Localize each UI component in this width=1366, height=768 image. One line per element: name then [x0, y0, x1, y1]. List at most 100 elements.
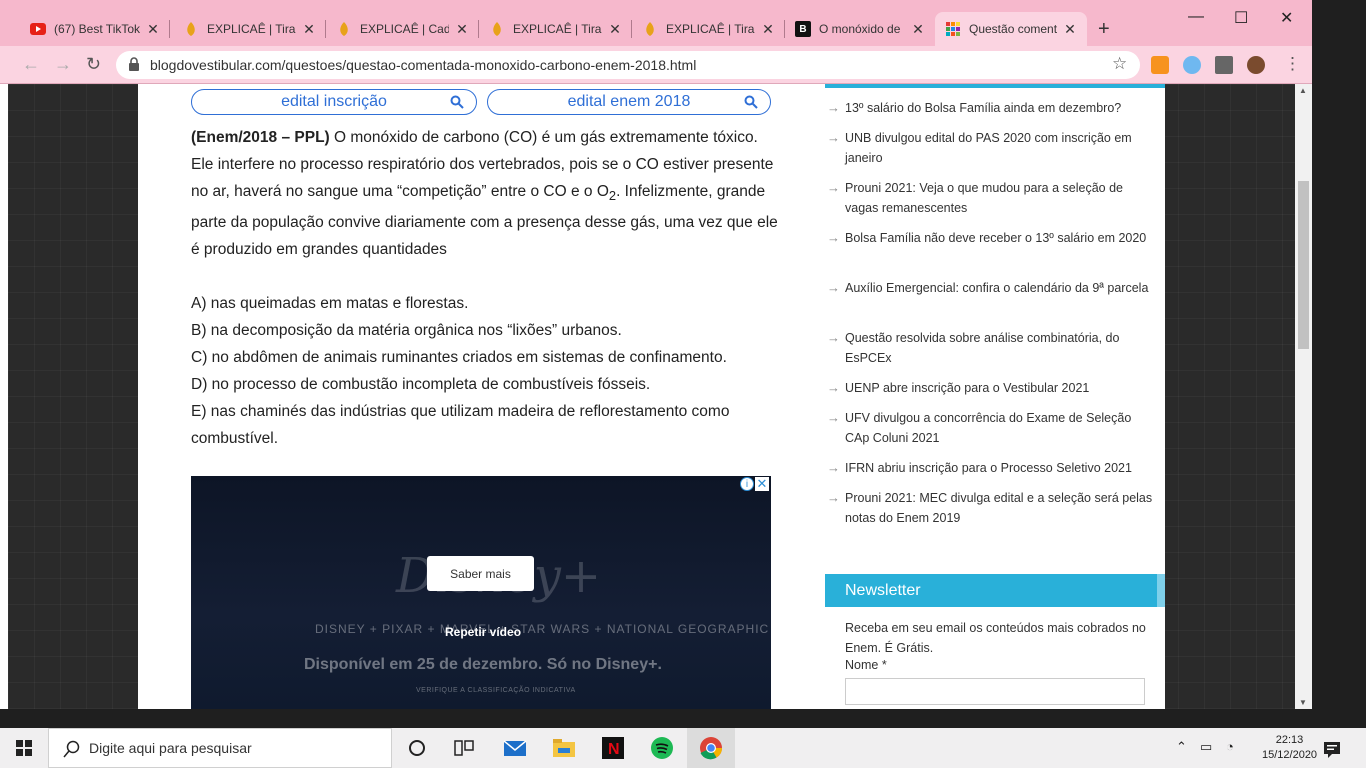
taskbar-search-input[interactable]: Digite aqui para pesquisar — [48, 728, 392, 768]
name-field-label: Nome * — [845, 658, 887, 672]
news-item[interactable]: → UENP abre inscrição para o Vestibular 2… — [825, 378, 1155, 398]
arrow-right-icon: → — [827, 280, 840, 295]
tab-explicae-4[interactable]: EXPLICAÊ | Tira-D ✕ — [632, 12, 785, 46]
ad-info-icon[interactable]: i — [740, 477, 754, 491]
tab-explicae-2[interactable]: EXPLICAÊ | Cade ✕ — [326, 12, 479, 46]
saber-mais-button[interactable]: Saber mais — [427, 556, 534, 591]
news-item[interactable]: → Questão resolvida sobre análise combina… — [825, 328, 1155, 368]
explicae-icon — [183, 21, 199, 37]
news-link[interactable]: Questão resolvida sobre análise combinat… — [845, 331, 1119, 365]
tab-questao-comentada[interactable]: Questão coment ✕ — [935, 12, 1087, 46]
file-explorer-icon[interactable] — [552, 736, 576, 760]
search-icon — [450, 95, 464, 109]
clock-time: 22:13 — [1275, 734, 1304, 746]
news-link[interactable]: UNB divulgou edital do PAS 2020 com insc… — [845, 131, 1132, 165]
news-item[interactable]: → UFV divulgou a concorrência do Exame de… — [825, 408, 1155, 448]
clock-date: 15/12/2020 — [1262, 749, 1318, 761]
minimize-icon[interactable]: — — [1188, 8, 1204, 26]
arrow-right-icon: → — [827, 410, 840, 425]
cloud-extension-icon[interactable] — [1183, 56, 1201, 74]
news-item[interactable]: → UNB divulgou edital do PAS 2020 com ins… — [825, 128, 1155, 168]
close-tab-icon[interactable]: ✕ — [608, 21, 622, 38]
search-pill-edital-enem[interactable]: edital enem 2018 — [487, 89, 771, 115]
tab-youtube[interactable]: (67) Best TikTok ✕ — [20, 12, 170, 46]
sidebar-accent-bar — [825, 84, 1165, 88]
news-item[interactable]: → Prouni 2021: MEC divulga edital e a sel… — [825, 488, 1155, 528]
arrow-right-icon: → — [827, 100, 840, 115]
puzzle-extensions-icon[interactable] — [1215, 56, 1233, 74]
profile-avatar[interactable] — [1247, 56, 1265, 74]
tab-explicae-3[interactable]: EXPLICAÊ | Tira-D ✕ — [479, 12, 632, 46]
maximize-icon[interactable]: ☐ — [1234, 8, 1248, 28]
arrow-right-icon: → — [827, 460, 840, 475]
ad-availability-text: Disponível em 25 de dezembro. Só no Disn… — [304, 656, 662, 673]
tab-title: EXPLICAÊ | Cade — [360, 22, 449, 36]
browser-window: (67) Best TikTok ✕ EXPLICAÊ | Tira-D ✕ E… — [0, 0, 1312, 709]
chrome-icon — [700, 737, 722, 760]
news-item[interactable]: → Auxílio Emergencial: confira o calendár… — [825, 278, 1155, 298]
tab-title: O monóxido de — [819, 22, 901, 36]
scroll-down-icon[interactable]: ▼ — [1299, 698, 1307, 707]
cortana-icon[interactable] — [405, 736, 429, 760]
close-tab-icon[interactable]: ✕ — [146, 21, 160, 38]
replay-video-button[interactable]: Repetir vídeo — [445, 625, 521, 639]
arrow-right-icon: → — [827, 380, 840, 395]
name-field[interactable] — [845, 678, 1145, 705]
windows-start-icon[interactable] — [16, 740, 32, 756]
back-arrow-icon[interactable]: ← — [22, 54, 40, 75]
news-link[interactable]: IFRN abriu inscrição para o Processo Sel… — [845, 461, 1132, 475]
address-bar[interactable]: blogdovestibular.com/questoes/questao-co… — [116, 51, 1140, 79]
brainly-icon: B — [795, 21, 811, 37]
spotify-icon[interactable] — [650, 736, 674, 760]
news-item[interactable]: → Prouni 2021: Veja o que mudou para a se… — [825, 178, 1155, 218]
show-hidden-icons-icon[interactable]: ⌃ — [1176, 739, 1187, 755]
menu-dots-icon[interactable]: ⋮ — [1284, 54, 1301, 74]
scrollbar-thumb[interactable] — [1298, 181, 1309, 349]
windows-taskbar: Digite aqui para pesquisar N ⌃ ▭ ◔ 22:13… — [0, 728, 1366, 768]
scroll-up-icon[interactable]: ▲ — [1299, 86, 1307, 95]
close-tab-icon[interactable]: ✕ — [455, 21, 469, 38]
notifications-icon[interactable] — [1322, 739, 1342, 759]
forward-arrow-icon[interactable]: → — [54, 54, 72, 75]
tab-title: (67) Best TikTok — [54, 22, 140, 36]
extension-a-icon[interactable] — [1151, 56, 1169, 74]
new-tab-button[interactable]: + — [1098, 18, 1110, 41]
close-tab-icon[interactable]: ✕ — [1063, 21, 1077, 38]
close-tab-icon[interactable]: ✕ — [302, 21, 316, 38]
news-link[interactable]: Bolsa Família não deve receber o 13º sal… — [845, 231, 1146, 245]
tab-brainly[interactable]: B O monóxido de ✕ — [785, 12, 935, 46]
video-ad[interactable]: Disney+ Saber mais DISNEY + PIXAR + MARV… — [191, 476, 771, 709]
news-item[interactable]: → IFRN abriu inscrição para o Processo Se… — [825, 458, 1155, 478]
arrow-right-icon: → — [827, 490, 840, 505]
close-tab-icon[interactable]: ✕ — [761, 21, 775, 38]
close-tab-icon[interactable]: ✕ — [911, 21, 925, 38]
news-item[interactable]: → Bolsa Família não deve receber o 13º sa… — [825, 228, 1155, 248]
ad-close-icon[interactable]: ✕ — [755, 476, 769, 491]
netflix-icon[interactable]: N — [601, 736, 625, 760]
tablet-mode-icon[interactable]: ▭ — [1200, 739, 1212, 755]
tab-explicae-1[interactable]: EXPLICAÊ | Tira-D ✕ — [173, 12, 326, 46]
mail-icon[interactable] — [503, 736, 527, 760]
tab-title: Questão coment — [969, 22, 1057, 36]
close-window-icon[interactable]: ✕ — [1280, 8, 1293, 28]
news-link[interactable]: Prouni 2021: Veja o que mudou para a sel… — [845, 181, 1123, 215]
news-link[interactable]: Prouni 2021: MEC divulga edital e a sele… — [845, 491, 1152, 525]
page-scrollbar[interactable]: ▲ ▼ — [1295, 84, 1312, 709]
chrome-taskbar-button[interactable] — [687, 728, 735, 768]
ad-rating-text: VERIFIQUE A CLASSIFICAÇÃO INDICATIVA — [416, 687, 576, 694]
svg-text:N: N — [608, 741, 620, 758]
reload-icon[interactable]: ↻ — [86, 54, 101, 75]
news-link[interactable]: UFV divulgou a concorrência do Exame de … — [845, 411, 1131, 445]
search-pill-edital-inscricao[interactable]: edital inscrição — [191, 89, 477, 115]
taskbar-clock[interactable]: 22:13 15/12/2020 — [1262, 733, 1317, 763]
news-link[interactable]: Auxílio Emergencial: confira o calendári… — [845, 281, 1148, 295]
bookmark-star-icon[interactable]: ☆ — [1112, 54, 1127, 74]
option-a: A) nas queimadas em matas e florestas. — [191, 295, 469, 313]
news-link[interactable]: 13º salário do Bolsa Família ainda em de… — [845, 101, 1121, 115]
wifi-icon[interactable]: ◔ — [1226, 739, 1234, 754]
task-view-icon[interactable] — [452, 736, 476, 760]
news-link[interactable]: UENP abre inscrição para o Vestibular 20… — [845, 381, 1089, 395]
youtube-icon — [30, 21, 46, 37]
news-item[interactable]: → 13º salário do Bolsa Família ainda em d… — [825, 98, 1155, 118]
